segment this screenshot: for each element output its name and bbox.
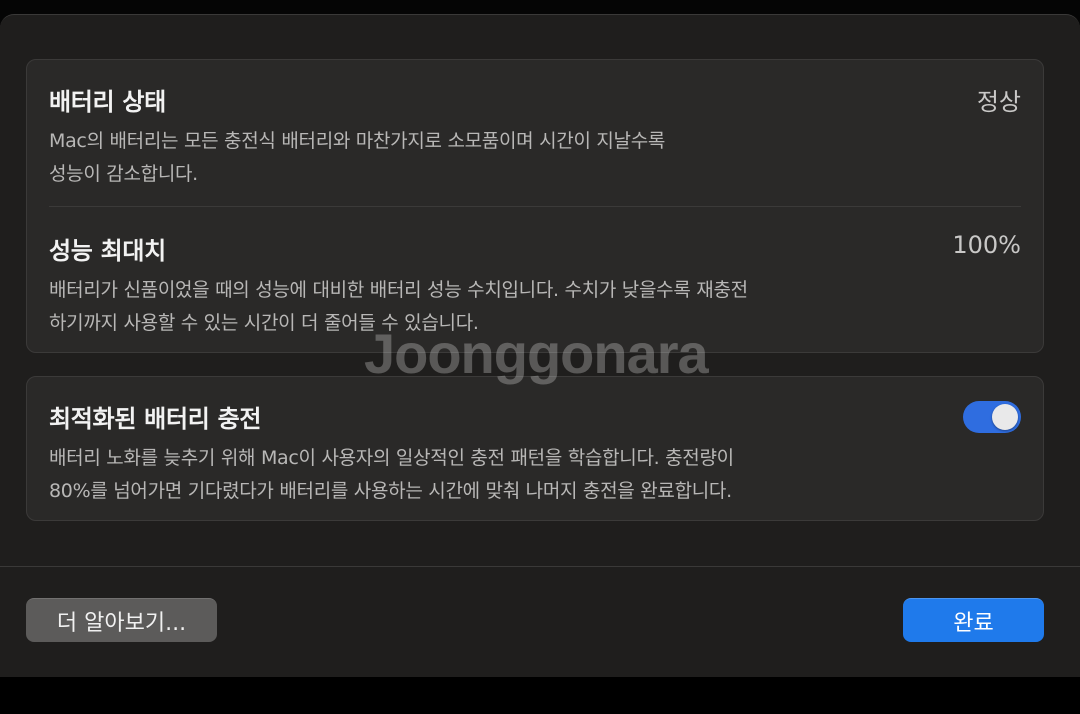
optimized-charging-description: 배터리 노화를 늦추기 위해 Mac이 사용자의 일상적인 충전 패턴을 학습합… xyxy=(49,442,1021,508)
battery-status-desc-line: Mac의 배터리는 모든 충전식 배터리와 마찬가지로 소모품이며 시간이 지날… xyxy=(49,130,666,152)
optimized-charging-desc-line: 80%를 넘어가면 기다렸다가 배터리를 사용하는 시간에 맞춰 나머지 충전을… xyxy=(49,480,732,502)
max-capacity-desc-line: 배터리가 신품이었을 때의 성능에 대비한 배터리 성능 수치입니다. 수치가 … xyxy=(49,279,748,301)
optimized-charging-group: 최적화된 배터리 충전 배터리 노화를 늦추기 위해 Mac이 사용자의 일상적… xyxy=(26,376,1044,521)
battery-status-desc-line: 성능이 감소합니다. xyxy=(49,163,198,185)
max-capacity-value: 100% xyxy=(952,231,1021,259)
row-divider xyxy=(49,206,1021,207)
battery-status-description: Mac의 배터리는 모든 충전식 배터리와 마찬가지로 소모품이며 시간이 지날… xyxy=(49,125,1021,191)
optimized-charging-desc-line: 배터리 노화를 늦추기 위해 Mac이 사용자의 일상적인 충전 패턴을 학습합… xyxy=(49,447,734,469)
footer-divider xyxy=(0,566,1080,567)
toggle-knob xyxy=(992,404,1018,430)
optimized-charging-toggle[interactable] xyxy=(963,401,1021,433)
watermark-text: Joonggonara xyxy=(364,322,709,385)
max-capacity-title: 성능 최대치 xyxy=(49,237,166,265)
optimized-charging-row: 최적화된 배터리 충전 배터리 노화를 늦추기 위해 Mac이 사용자의 일상적… xyxy=(49,399,1021,508)
battery-status-title: 배터리 상태 xyxy=(49,88,166,116)
bottom-black-bar xyxy=(0,677,1080,714)
done-button[interactable]: 완료 xyxy=(903,598,1044,642)
battery-status-value: 정상 xyxy=(976,88,1021,116)
optimized-charging-title: 최적화된 배터리 충전 xyxy=(49,405,262,433)
battery-status-row: 배터리 상태 정상 Mac의 배터리는 모든 충전식 배터리와 마찬가지로 소모… xyxy=(49,82,1021,191)
battery-info-group: 배터리 상태 정상 Mac의 배터리는 모든 충전식 배터리와 마찬가지로 소모… xyxy=(26,59,1044,353)
learn-more-button[interactable]: 더 알아보기... xyxy=(26,598,217,642)
